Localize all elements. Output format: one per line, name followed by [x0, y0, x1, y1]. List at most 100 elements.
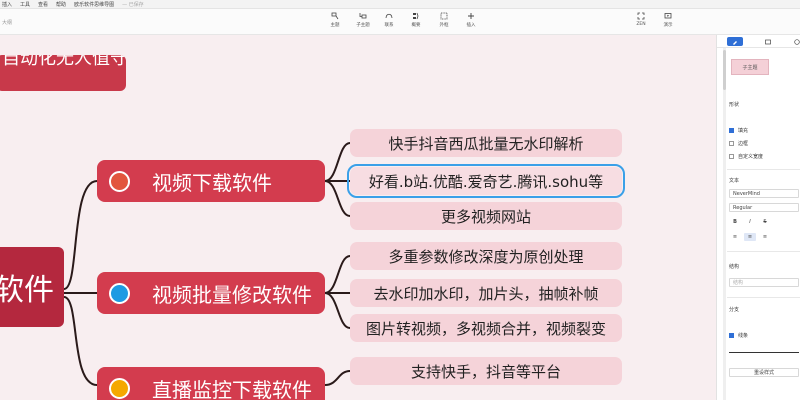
- subtopic-button[interactable]: 子主题: [351, 12, 375, 33]
- top-topic[interactable]: 自动化无人值守: [0, 55, 126, 91]
- summary-icon: [412, 12, 420, 20]
- align-center-button[interactable]: ≡: [744, 233, 756, 241]
- menu-view[interactable]: 查看: [38, 1, 48, 8]
- menu-insert[interactable]: 插入: [2, 1, 12, 8]
- structure-select[interactable]: 结构: [729, 278, 799, 287]
- bold-button[interactable]: B: [729, 218, 741, 226]
- branch-heading: 分支: [729, 307, 740, 313]
- reset-style-label: 重设样式: [753, 370, 774, 376]
- topic-icon: [331, 12, 339, 20]
- leaf-topic[interactable]: 支持快手，抖音等平台: [350, 357, 622, 385]
- italic-button[interactable]: I: [744, 218, 756, 226]
- divider: [727, 169, 800, 170]
- custom-width-checkbox[interactable]: 自定义宽度: [729, 153, 763, 160]
- toolbar: 大纲 主题 子主题 联系 概要 外框 插入 ZEN 演示: [0, 9, 800, 35]
- branch-dot-icon: [109, 170, 130, 192]
- leaf-label: 快手抖音西瓜批量无水印解析: [388, 134, 584, 153]
- divider: [727, 297, 800, 298]
- topic-button[interactable]: 主题: [323, 12, 347, 33]
- boundary-button-label: 外框: [439, 23, 449, 28]
- structure-value: 结构: [733, 280, 744, 286]
- checkbox-checked-icon: [729, 333, 734, 338]
- font-weight-value: Regular: [733, 204, 753, 211]
- branch-video-batch-edit[interactable]: 视频批量修改软件: [97, 272, 325, 314]
- line-style-preview[interactable]: [729, 349, 799, 353]
- mindmap-app: 插入 工具 查看 帮助 欧乐软件思维导图 — 已保存 大纲 主题 子主题 联系 …: [0, 0, 800, 400]
- panel-tabs: [717, 35, 800, 48]
- font-family-select[interactable]: NeverMind: [729, 189, 799, 198]
- menu-help[interactable]: 帮助: [56, 1, 66, 8]
- line-label: 线条: [738, 333, 749, 339]
- branch-live-monitor[interactable]: 直播监控下载软件: [97, 367, 325, 400]
- border-label: 边框: [738, 141, 749, 147]
- summary-button[interactable]: 概要: [404, 12, 428, 33]
- shape-heading: 形状: [729, 102, 740, 108]
- branch-dot-icon: [109, 282, 130, 304]
- menu-bar: 插入 工具 查看 帮助 欧乐软件思维导图 — 已保存: [0, 0, 800, 9]
- plus-icon: [467, 12, 475, 20]
- insert-button[interactable]: 插入: [459, 12, 483, 33]
- map-icon: [765, 39, 771, 44]
- app-title: 欧乐软件思维导图: [74, 1, 115, 8]
- summary-button-label: 概要: [411, 23, 421, 28]
- outline-label[interactable]: 大纲: [2, 19, 12, 26]
- leaf-topic[interactable]: 多重参数修改深度为原创处理: [350, 242, 622, 270]
- leaf-label: 好看.b站.优酷.爱奇艺.腾讯.sohu等: [368, 172, 604, 191]
- structure-heading: 结构: [729, 264, 740, 270]
- font-weight-select[interactable]: Regular: [729, 203, 799, 212]
- text-format-buttons: B I S: [729, 218, 774, 226]
- format-panel: 子主题 形状 填充 边框 自定义宽度 文本 NeverMind Regular …: [716, 35, 800, 400]
- scrollbar-thumb[interactable]: [723, 50, 726, 90]
- leaf-topic[interactable]: 去水印加水印，加片头，抽帧补帧: [350, 279, 622, 307]
- top-topic-label: 自动化无人值守: [2, 55, 126, 69]
- style-preview[interactable]: 子主题: [731, 59, 769, 75]
- style-tab[interactable]: [727, 37, 743, 46]
- zen-icon: [637, 12, 645, 20]
- branch-video-download[interactable]: 视频下载软件: [97, 160, 325, 202]
- panel-scrollbar[interactable]: [723, 48, 726, 400]
- zen-button[interactable]: ZEN: [629, 12, 653, 33]
- subtopic-icon: [359, 12, 367, 20]
- branch-label: 直播监控下载软件: [152, 377, 312, 400]
- map-tab[interactable]: [760, 37, 776, 46]
- leaf-topic[interactable]: 更多视频网站: [350, 202, 622, 230]
- font-family-value: NeverMind: [733, 190, 760, 197]
- checkbox-empty-icon: [729, 154, 734, 159]
- divider: [727, 251, 800, 252]
- mindmap-canvas[interactable]: 自动化无人值守 软件 视频下载软件 快手抖音西瓜批量无水印解析 好看.b站.优酷…: [0, 35, 716, 400]
- save-status-text: 已保存: [128, 1, 144, 8]
- border-checkbox[interactable]: 边框: [729, 140, 748, 147]
- reset-style-button[interactable]: 重设样式: [729, 368, 799, 377]
- leaf-label: 去水印加水印，加片头，抽帧补帧: [373, 284, 599, 303]
- checkbox-empty-icon: [729, 141, 734, 146]
- central-topic[interactable]: 软件: [0, 247, 64, 327]
- boundary-button[interactable]: 外框: [432, 12, 456, 33]
- leaf-topic-selected[interactable]: 好看.b站.优酷.爱奇艺.腾讯.sohu等: [347, 164, 625, 198]
- relationship-button[interactable]: 联系: [377, 12, 401, 33]
- brush-icon: [733, 40, 737, 45]
- checkbox-checked-icon: [729, 128, 734, 133]
- align-right-button[interactable]: ≡: [759, 233, 771, 241]
- save-status: — 已保存: [122, 1, 144, 8]
- present-button[interactable]: 演示: [656, 12, 680, 33]
- fill-label: 填充: [738, 128, 749, 134]
- branch-label: 视频下载软件: [152, 170, 272, 195]
- branch-label: 视频批量修改软件: [152, 282, 312, 307]
- icon-tab[interactable]: [789, 37, 800, 46]
- zen-button-label: ZEN: [636, 22, 646, 27]
- strikethrough-button[interactable]: S: [759, 218, 771, 226]
- insert-button-label: 插入: [466, 23, 476, 28]
- text-align-buttons: ≡ ≡ ≡: [729, 233, 774, 241]
- leaf-label: 多重参数修改深度为原创处理: [388, 247, 584, 266]
- menu-tools[interactable]: 工具: [20, 1, 30, 8]
- fill-checkbox[interactable]: 填充: [729, 127, 748, 134]
- relationship-icon: [385, 12, 393, 20]
- central-topic-label: 软件: [0, 273, 54, 308]
- leaf-label: 图片转视频，多视频合并，视频裂变: [365, 319, 606, 338]
- leaf-topic[interactable]: 快手抖音西瓜批量无水印解析: [350, 129, 622, 157]
- line-checkbox[interactable]: 线条: [729, 332, 748, 339]
- align-left-button[interactable]: ≡: [729, 233, 741, 241]
- present-icon: [664, 12, 672, 20]
- leaf-topic[interactable]: 图片转视频，多视频合并，视频裂变: [350, 314, 622, 342]
- subtopic-button-label: 子主题: [356, 23, 370, 28]
